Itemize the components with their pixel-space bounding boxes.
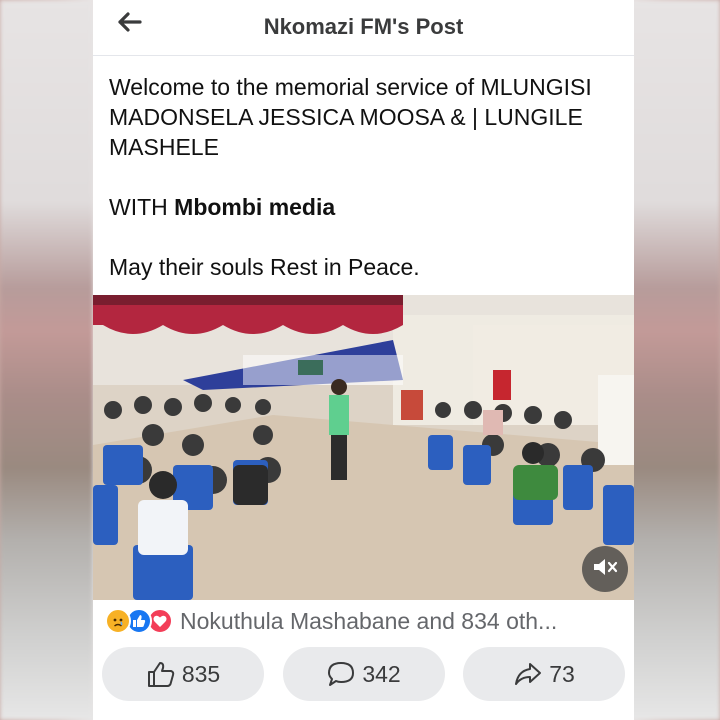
- share-arrow-icon: [515, 663, 542, 685]
- with-prefix: WITH: [109, 194, 175, 220]
- post-actions-bar: 835 342 73: [102, 647, 625, 701]
- comment-button[interactable]: 342: [282, 647, 445, 701]
- muted-speaker-icon: [592, 556, 618, 583]
- background-blur-left: [0, 0, 93, 720]
- post-header: Nkomazi FM's Post: [93, 0, 634, 56]
- post-line-closing: May their souls Rest in Peace.: [109, 254, 420, 280]
- sad-icon: [105, 608, 131, 634]
- video-frame: [93, 295, 634, 600]
- thumbs-up-icon: [147, 662, 175, 687]
- reactions-summary[interactable]: Nokuthula Mashabane and 834 oth...: [105, 605, 625, 637]
- comment-bubble-icon: [328, 662, 355, 686]
- post-panel: Nkomazi FM's Post Welcome to the memoria…: [93, 0, 634, 720]
- like-count: 835: [181, 660, 221, 687]
- background-blur-right: [627, 0, 720, 720]
- post-line-with: WITH Mbombi media: [109, 192, 624, 222]
- post-line-welcome: Welcome to the memorial service of MLUNG…: [109, 74, 592, 160]
- video-player[interactable]: [93, 295, 634, 600]
- comment-count: 342: [362, 660, 401, 687]
- post-message: Welcome to the memorial service of MLUNG…: [109, 72, 624, 282]
- reactions-summary-text: Nokuthula Mashabane and 834 oth...: [180, 607, 558, 634]
- mute-toggle-button[interactable]: [582, 546, 628, 592]
- share-button[interactable]: 73: [463, 647, 625, 701]
- share-count: 73: [549, 660, 575, 687]
- page-title: Nkomazi FM's Post: [263, 14, 464, 39]
- media-name[interactable]: Mbombi media: [174, 194, 335, 220]
- like-button[interactable]: 835: [102, 647, 264, 701]
